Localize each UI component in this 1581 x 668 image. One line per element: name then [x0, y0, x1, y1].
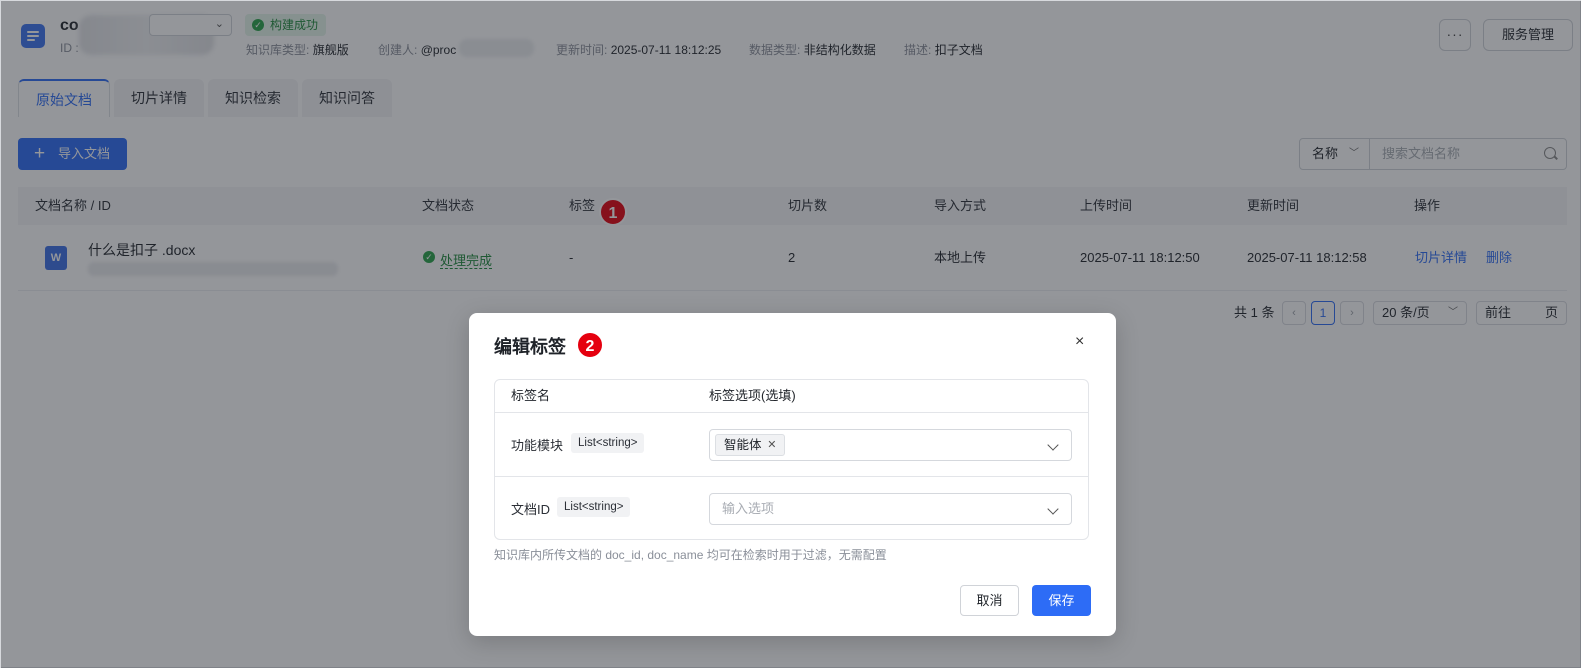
tag-options-select[interactable]: 智能体 ✕ [709, 429, 1072, 461]
selected-option-tag: 智能体 ✕ [715, 434, 785, 456]
filter-hint: 知识库内所传文档的 doc_id, doc_name 均可在检索时用于过滤，无需… [494, 548, 887, 562]
selected-option-label: 智能体 [724, 438, 762, 452]
cancel-button[interactable]: 取消 [960, 585, 1019, 616]
col-tag-options: 标签选项(选填) [709, 388, 796, 403]
tag-row: 文档ID List<string> 输入选项 [495, 477, 1088, 541]
tag-type-chip: List<string> [557, 497, 631, 517]
tag-row: 功能模块 List<string> 智能体 ✕ [495, 413, 1088, 477]
edit-tags-dialog: 编辑标签 2 × 标签名 标签选项(选填) 功能模块 List<string> … [469, 313, 1116, 636]
close-icon[interactable]: × [1075, 333, 1084, 351]
tag-type-chip: List<string> [571, 433, 645, 453]
tag-name: 功能模块 [511, 438, 564, 453]
col-tag-name: 标签名 [511, 388, 551, 403]
chevron-down-icon [1047, 503, 1059, 515]
tag-options-placeholder: 输入选项 [722, 501, 775, 516]
knowledge-base-page: co ⌄ ✓ 构建成功 ID : 知识库类型: 旗舰版 创建人: @proc 更… [0, 0, 1581, 668]
tag-options-select[interactable]: 输入选项 [709, 493, 1072, 525]
remove-icon[interactable]: ✕ [767, 435, 776, 455]
chevron-down-icon [1047, 439, 1059, 451]
tag-table-header: 标签名 标签选项(选填) [495, 380, 1088, 413]
tag-name: 文档ID [511, 502, 551, 517]
callout-marker-2: 2 [576, 331, 604, 359]
dialog-title: 编辑标签 [494, 337, 566, 357]
save-button[interactable]: 保存 [1032, 585, 1091, 616]
tag-table: 标签名 标签选项(选填) 功能模块 List<string> 智能体 ✕ 文档I… [494, 379, 1089, 540]
